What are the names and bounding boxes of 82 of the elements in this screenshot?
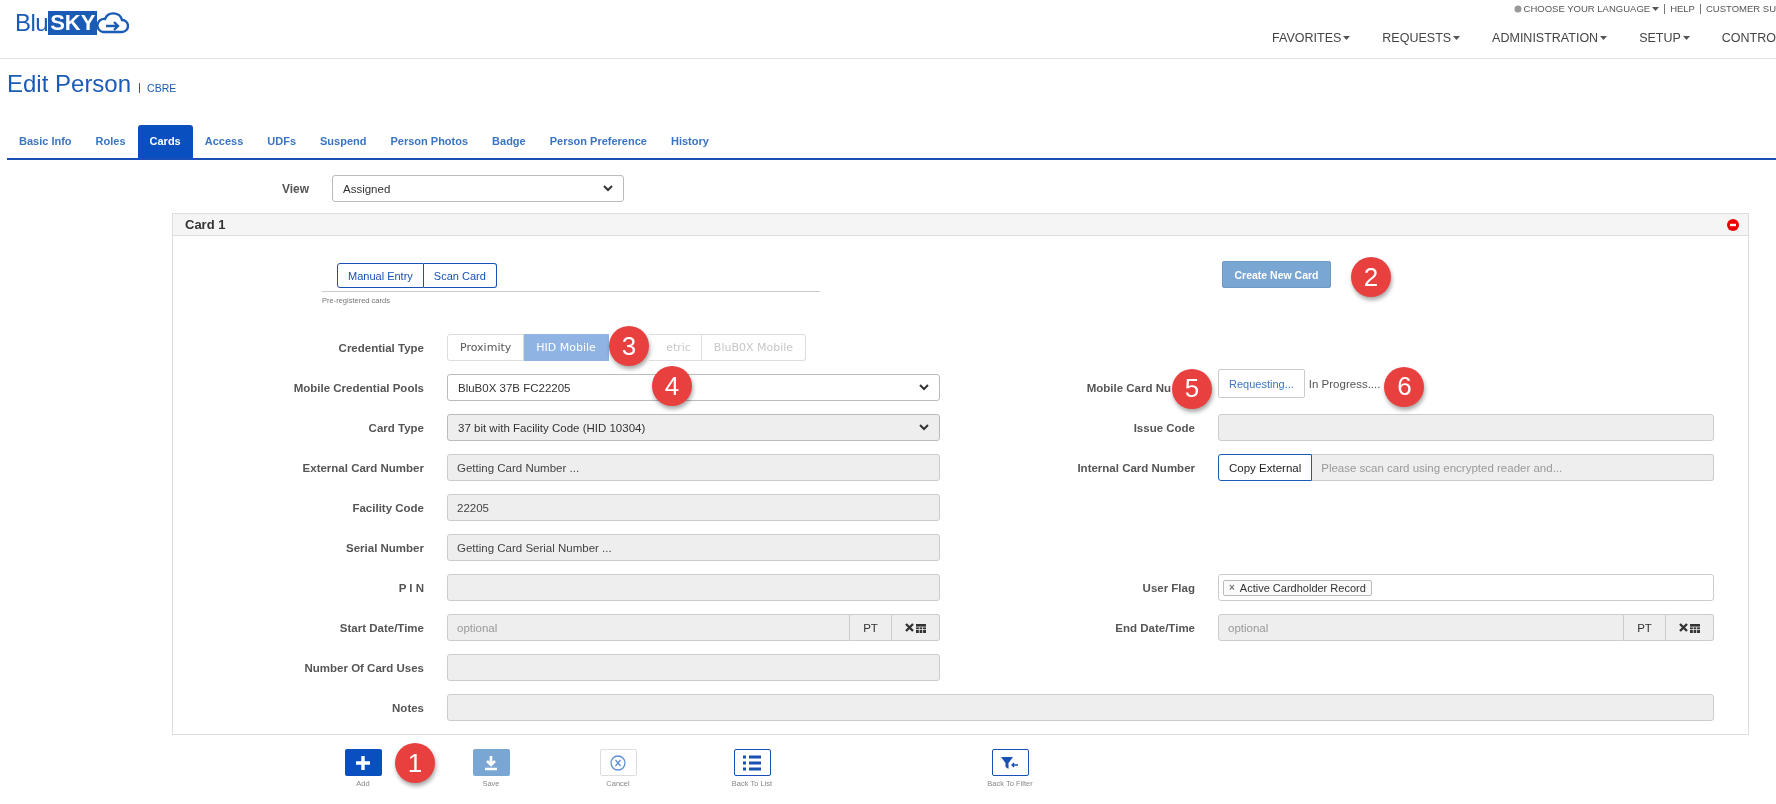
page-title: Edit Person <box>7 70 132 98</box>
remove-icon[interactable] <box>1727 218 1739 231</box>
status-text: In Progress.... <box>1308 377 1381 390</box>
step-marker: 4 <box>652 366 692 406</box>
panel-title: Card 1 <box>185 217 226 232</box>
step-marker: 6 <box>1384 366 1425 407</box>
copy-external-button[interactable]: Copy External <box>1218 454 1313 481</box>
top-link[interactable]: HELP <box>1670 3 1695 14</box>
field-label: Mobile Card Nu <box>1086 381 1171 394</box>
filter-icon <box>991 749 1029 776</box>
step-marker: 3 <box>608 326 649 366</box>
download-icon <box>472 749 510 776</box>
step-marker: 2 <box>1351 257 1391 297</box>
organization-link[interactable]: CBRE <box>139 83 177 93</box>
top-link[interactable]: CHOOSE YOUR LANGUAGE <box>1513 3 1660 14</box>
caret-icon <box>1682 36 1690 40</box>
entry-mode-button[interactable]: Manual Entry <box>337 263 424 288</box>
field-label: Notes <box>392 701 424 714</box>
top-link[interactable]: CUSTOMER SU <box>1705 3 1776 14</box>
chevron-icon <box>919 424 929 431</box>
tab[interactable]: Basic Info <box>7 125 84 158</box>
tags-field[interactable]: × Active Cardholder Record <box>1218 574 1714 601</box>
step-marker: 1 <box>395 743 435 783</box>
remove-tag-button[interactable]: × <box>1229 582 1235 593</box>
chevron-icon <box>603 185 613 192</box>
timezone-label: PT <box>850 614 892 641</box>
field-label: Issue Code <box>1133 421 1195 434</box>
nav-menu-item[interactable]: ADMINISTRATION <box>1492 31 1608 45</box>
clear-icon <box>1679 623 1688 632</box>
caret-icon <box>1343 36 1351 40</box>
field-label: Facility Code <box>352 501 424 514</box>
logo-text: Blu <box>15 9 49 37</box>
field-label: Internal Card Number <box>1077 461 1195 474</box>
caret-icon <box>1652 6 1660 11</box>
date-field[interactable]: optional <box>1218 614 1624 641</box>
caret-icon <box>1600 36 1608 40</box>
tab[interactable]: Access <box>192 125 256 158</box>
globe-icon <box>1513 4 1522 13</box>
list-icon <box>733 749 771 776</box>
tab[interactable]: History <box>658 125 721 158</box>
tab[interactable]: Suspend <box>308 125 379 158</box>
field-label: Credential Type <box>338 341 424 354</box>
cancel-icon <box>599 749 637 776</box>
field-label: User Flag <box>1142 581 1195 594</box>
nav-menu-item[interactable]: SETUP <box>1639 31 1690 45</box>
plus-icon <box>344 749 382 776</box>
nav-menu-item[interactable]: CONTRO <box>1721 31 1776 45</box>
calendar-icon <box>916 622 926 633</box>
tag-label: Active Cardholder Record <box>1239 581 1366 594</box>
logo-mark: SKY <box>48 11 98 35</box>
entry-mode-button[interactable]: Scan Card <box>423 263 497 288</box>
tab[interactable]: Person Preference <box>537 125 659 158</box>
nav-menu-item[interactable]: FAVORITES <box>1272 31 1351 45</box>
toggle-option[interactable]: Proximity <box>447 334 525 361</box>
field-label: End Date/Time <box>1115 621 1195 634</box>
tab[interactable]: Roles <box>83 125 138 158</box>
field-label: Card Type <box>368 421 424 434</box>
nav-menu-item[interactable]: REQUESTS <box>1382 31 1461 45</box>
tab[interactable]: Person Photos <box>378 125 481 158</box>
chevron-icon <box>919 384 929 391</box>
field-label: P I N <box>398 581 424 594</box>
field-label: Number Of Card Uses <box>304 661 424 674</box>
clear-icon <box>905 623 914 632</box>
caret-icon <box>1453 36 1461 40</box>
date-field[interactable]: optional <box>447 614 850 641</box>
input-field[interactable]: Please scan card using encrypted reader and... <box>1312 454 1714 481</box>
field-label: View <box>282 181 311 196</box>
tab[interactable]: UDFs <box>255 125 308 158</box>
cloud-icon <box>95 11 130 35</box>
field-label: Serial Number <box>346 541 424 554</box>
step-marker: 5 <box>1172 368 1212 409</box>
requesting-button[interactable]: Requesting... <box>1218 369 1305 398</box>
calendar-icon <box>1690 622 1700 633</box>
tab[interactable]: Cards <box>137 125 193 158</box>
field-label: Mobile Credential Pools <box>293 381 424 394</box>
tab[interactable]: Badge <box>480 125 538 158</box>
date-picker-button[interactable] <box>1666 614 1714 641</box>
view-dropdown[interactable]: Assigned <box>332 175 624 202</box>
date-picker-button[interactable] <box>892 614 940 641</box>
timezone-label: PT <box>1624 614 1666 641</box>
field-label: External Card Number <box>302 461 424 474</box>
field-label: Start Date/Time <box>339 621 424 634</box>
